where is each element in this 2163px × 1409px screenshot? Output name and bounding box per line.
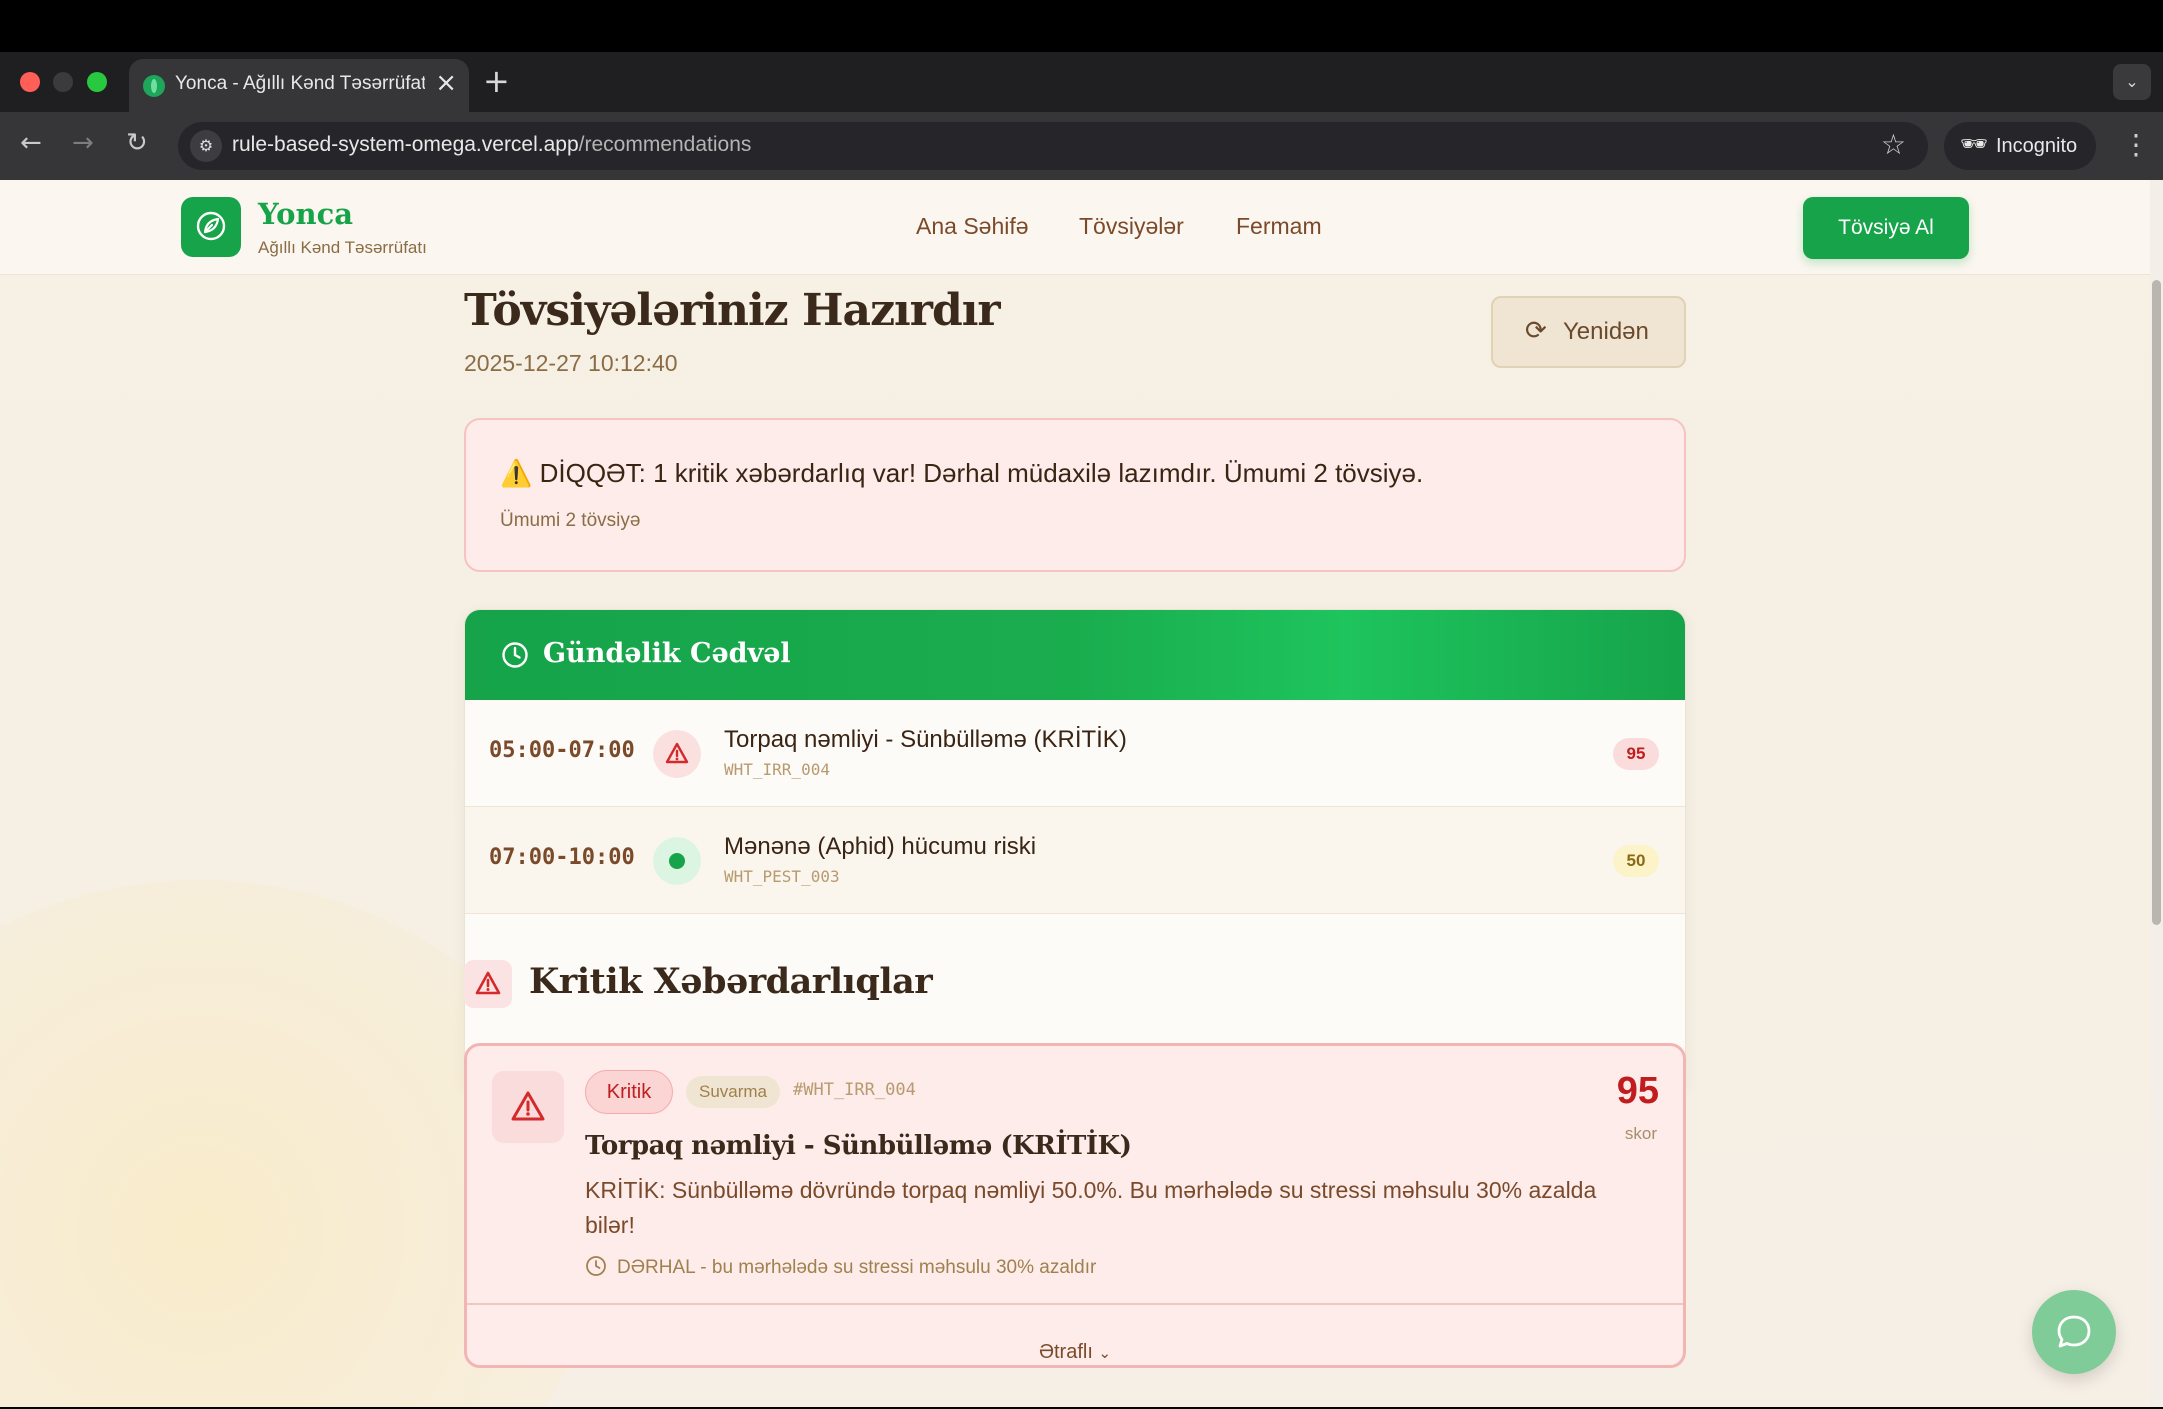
schedule-time: 05:00-07:00 [489, 738, 635, 763]
reload-label: Yenidən [1563, 318, 1649, 345]
logo[interactable] [181, 197, 241, 257]
schedule-time: 07:00-10:00 [489, 845, 635, 870]
close-window-button[interactable] [20, 72, 40, 92]
schedule-item-code: WHT_IRR_004 [724, 760, 830, 779]
browser-tab-active[interactable]: Yonca - Ağıllı Kənd Təsərrüfatı × [129, 59, 469, 112]
details-toggle-button[interactable]: Ətraflı ⌄ [467, 1303, 1683, 1365]
back-arrow-icon[interactable]: ← [20, 128, 42, 158]
warning-triangle-icon [464, 960, 512, 1008]
site-header: Yonca Ağıllı Kənd Təsərrüfatı Ana Səhifə… [0, 180, 2150, 275]
schedule-row[interactable]: 07:00-10:00 Mənənə (Aphid) hücumu riski … [465, 807, 1685, 914]
page-timestamp: 2025-12-27 10:12:40 [464, 350, 678, 376]
score-badge: 95 [1613, 738, 1659, 770]
chat-bubble-icon [2057, 1315, 2091, 1348]
card-score: 95 [1616, 1070, 1659, 1112]
incognito-icon: 🕶 [1960, 131, 1988, 156]
nav-recommendations[interactable]: Tövsiyələr [1079, 213, 1184, 240]
get-recommendation-button[interactable]: Tövsiyə Al [1803, 197, 1969, 259]
card-timing-text: DƏRHAL - bu mərhələdə su stressi məhsulu… [617, 1257, 1097, 1278]
schedule-title: Gündəlik Cədvəl [543, 638, 791, 669]
severity-badge: Kritik [585, 1070, 673, 1114]
card-score-label: skor [1624, 1124, 1657, 1143]
schedule-item-title: Torpaq nəmliyi - Sünbülləmə (KRİTİK) [724, 726, 1127, 753]
alert-message: ⚠️ DİQQƏT: 1 kritik xəbərdarlıq var! Dər… [500, 458, 1423, 489]
clock-icon [586, 1256, 606, 1276]
schedule-item-code: WHT_PEST_003 [724, 867, 840, 886]
maximize-window-button[interactable] [87, 72, 107, 92]
critical-section-title: Kritik Xəbərdarlıqlar [529, 961, 933, 1002]
clock-icon [502, 642, 528, 668]
card-description: KRİTİK: Sünbülləmə dövründə torpaq nəmli… [585, 1177, 1597, 1238]
reload-icon[interactable]: ↻ [126, 128, 148, 158]
window-titlebar [0, 0, 2163, 52]
warning-icon: ⚠️ [500, 458, 533, 488]
details-label: Ətraflı ⌄ [1038, 1341, 1112, 1363]
alert-total: Ümumi 2 tövsiyə [500, 510, 641, 531]
green-dot-icon [653, 837, 701, 885]
tab-close-icon[interactable]: × [435, 68, 457, 98]
address-bar[interactable]: ⚙ rule-based-system-omega.vercel.app/rec… [178, 122, 1928, 170]
browser-menu-icon[interactable]: ⋮ [2122, 128, 2150, 161]
brand-name[interactable]: Yonca [258, 197, 353, 231]
leaf-icon [196, 211, 226, 241]
new-tab-icon[interactable]: + [483, 62, 510, 100]
card-timing: DƏRHAL - bu mərhələdə su stressi məhsulu… [585, 1255, 1096, 1279]
page-title: Tövsiyələriniz Hazırdır [464, 285, 1001, 336]
warning-triangle-icon [492, 1071, 564, 1143]
warning-triangle-icon [653, 730, 701, 778]
schedule-row[interactable]: 05:00-07:00 Torpaq nəmliyi - Sünbülləmə … [465, 700, 1685, 807]
daily-schedule-card: Gündəlik Cədvəl 05:00-07:00 Torpaq nəmli… [464, 609, 1686, 1092]
critical-recommendation-card: Kritik Suvarma #WHT_IRR_004 95 skor Torp… [464, 1043, 1686, 1368]
rule-code: #WHT_IRR_004 [793, 1080, 916, 1100]
scrollbar-thumb[interactable] [2152, 280, 2161, 925]
site-info-icon[interactable]: ⚙ [190, 130, 222, 162]
bookmark-star-icon[interactable]: ☆ [1881, 128, 1906, 161]
url-text: rule-based-system-omega.vercel.app/recom… [232, 133, 752, 156]
incognito-indicator[interactable]: 🕶 Incognito [1944, 122, 2096, 170]
tab-search-chevron-icon[interactable]: ⌄ [2113, 64, 2151, 100]
category-badge: Suvarma [686, 1076, 780, 1108]
nav-home[interactable]: Ana Səhifə [916, 213, 1029, 240]
chevron-down-icon: ⌄ [1098, 1345, 1112, 1362]
score-badge: 50 [1613, 845, 1659, 877]
brand-subtitle: Ağıllı Kənd Təsərrüfatı [258, 238, 427, 257]
alert-text: DİQQƏT: 1 kritik xəbərdarlıq var! Dərhal… [539, 458, 1424, 488]
reload-button[interactable]: ⟳ Yenidən [1491, 296, 1686, 368]
minimize-window-button[interactable] [53, 72, 73, 92]
forward-arrow-icon[interactable]: → [72, 128, 94, 158]
nav-my-farm[interactable]: Fermam [1236, 213, 1322, 240]
schedule-item-title: Mənənə (Aphid) hücumu riski [724, 833, 1037, 860]
refresh-icon: ⟳ [1525, 315, 1547, 345]
site-favicon-icon [143, 75, 165, 97]
incognito-label: Incognito [1996, 135, 2078, 157]
chat-button[interactable] [2032, 1290, 2116, 1374]
page-viewport: Yonca Ağıllı Kənd Təsərrüfatı Ana Səhifə… [0, 180, 2150, 1407]
card-title: Torpaq nəmliyi - Sünbülləmə (KRİTİK) [585, 1131, 1132, 1161]
critical-alert-banner: ⚠️ DİQQƏT: 1 kritik xəbərdarlıq var! Dər… [464, 418, 1686, 572]
tab-title: Yonca - Ağıllı Kənd Təsərrüfatı [175, 73, 425, 94]
schedule-header: Gündəlik Cədvəl [465, 610, 1685, 700]
